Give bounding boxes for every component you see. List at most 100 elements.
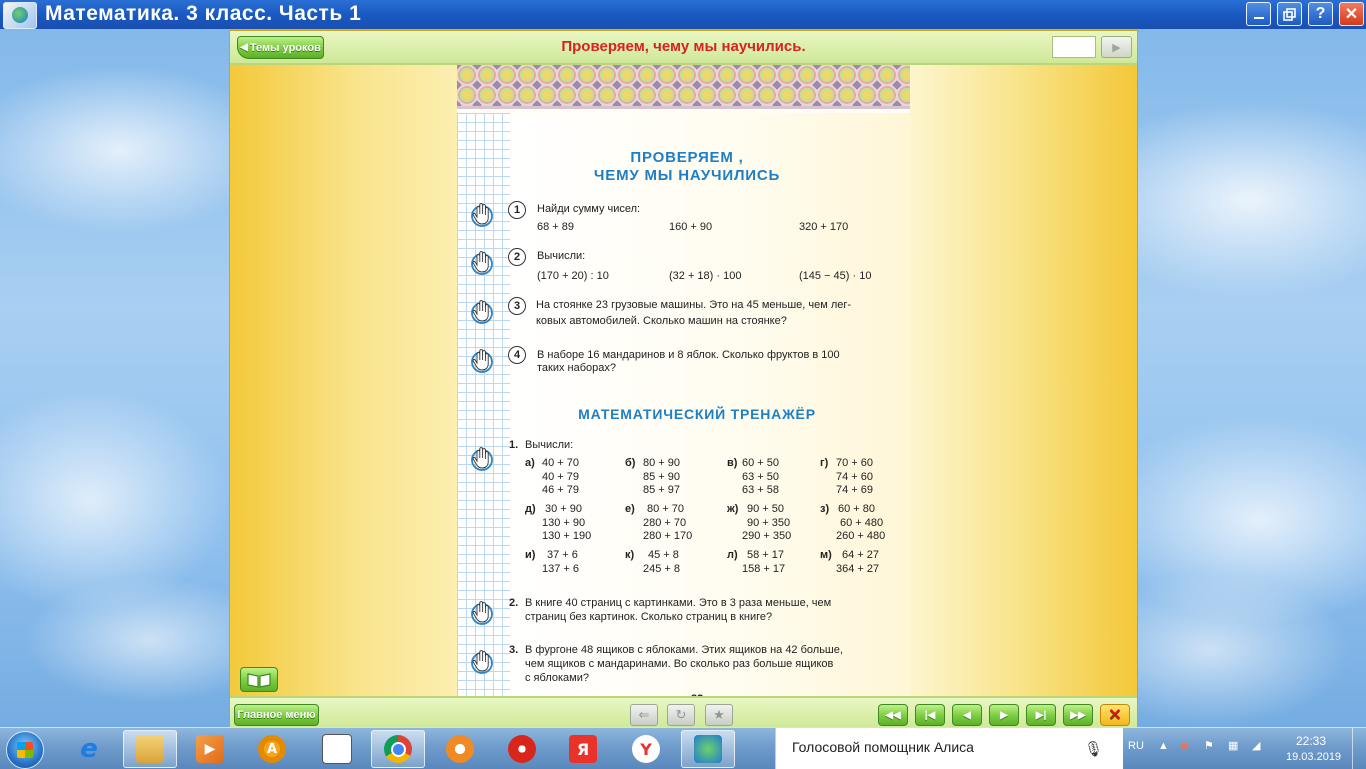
tray-expand-icon[interactable]: ▲ [1158,740,1169,752]
taskbar-app[interactable] [433,730,487,768]
group-letter: б) [625,457,636,469]
group-letter: и) [525,549,536,561]
refresh-button[interactable]: ↻ [667,704,695,726]
main-menu-label: Главное меню [237,709,316,721]
microphone-muted-icon[interactable]: 🎙 [1084,740,1103,758]
taskbar-app[interactable] [495,730,549,768]
group-line: 63 + 58 [742,484,780,496]
tray-app-icon[interactable]: ✖ [1180,740,1189,753]
group-line: 63 + 50 [742,471,780,483]
prev-icon: ◀ [963,709,971,721]
exit-button[interactable]: ✕ [1100,704,1130,726]
back-button[interactable]: ⇐ [630,704,658,726]
minimize-button[interactable] [1246,2,1271,26]
taskbar-app[interactable]: A [245,730,299,768]
group-letter: е) [625,503,635,515]
group-line: 45 + 8 [648,549,679,561]
close-window-button[interactable]: ✕ [1339,2,1364,26]
exit-icon: ✕ [1108,707,1122,724]
task-expression: (145 − 45) · 10 [799,270,872,282]
taskbar-app[interactable]: ▶ [183,730,237,768]
alice-voice-assistant[interactable]: Голосовой помощник Алиса 🎙 [775,728,1123,769]
group-line: 130 + 90 [542,517,586,529]
clock-time[interactable]: 22:33 [1296,734,1326,748]
exercise-text: чем ящиков с мандаринами. Во сколько раз… [525,658,834,670]
minimize-icon [1253,17,1264,19]
rewind-button[interactable]: ◀◀ [878,704,908,726]
ornament-border [457,106,910,109]
task-text: таких наборах? [537,362,617,374]
group-letter: ж) [727,503,739,515]
taskbar-app[interactable] [123,730,177,768]
star-icon: ★ [713,707,725,722]
heading-trainer: МАТЕМАТИЧЕСКИЙ ТРЕНАЖЁР [578,406,816,422]
exercise-number: 3. [509,644,519,656]
language-indicator[interactable]: RU [1128,740,1144,752]
page-number-input[interactable] [1052,36,1096,58]
taskbar-app[interactable]: e [62,730,116,768]
restore-icon [1283,7,1296,21]
clock-date[interactable]: 19.03.2019 [1286,751,1341,763]
next-icon: ▶ [1000,709,1008,721]
start-button[interactable] [6,731,44,769]
film-reel-icon [508,735,536,763]
group-letter: г) [820,457,829,469]
network-icon[interactable]: ▦ [1228,739,1238,752]
heading-check-line1: ПРОВЕРЯЕМ , [630,149,744,166]
task-expression: 160 + 90 [669,221,713,233]
last-page-button[interactable]: ▶| [1026,704,1056,726]
group-line: 58 + 17 [747,549,785,561]
taskbar-app[interactable]: Я [556,730,610,768]
yandex-browser-icon: Я [569,735,597,763]
media-player-icon: ▶ [196,735,224,763]
group-line: 90 + 350 [747,517,791,529]
prev-page-button[interactable]: ◀ [952,704,982,726]
go-to-page-button[interactable]: ▶ [1101,36,1132,58]
hand-icon [471,598,493,625]
group-line: 30 + 90 [545,503,583,515]
restore-button[interactable] [1277,2,1302,26]
fast-forward-button[interactable]: ▶▶ [1063,704,1093,726]
app-globe-icon [3,2,37,29]
task-text: ковых автомобилей. Сколько машин на стоя… [536,315,787,327]
settings-app-icon [446,735,474,763]
play-icon: ▶ [1112,41,1121,54]
file-explorer-icon [136,735,164,763]
taskbar-app[interactable] [681,730,735,768]
task-expression: (32 + 18) · 100 [669,270,742,282]
group-line: 46 + 79 [542,484,580,496]
show-desktop-button[interactable] [1352,728,1366,769]
volume-icon[interactable]: ◢ [1252,739,1260,752]
hand-icon [471,297,493,324]
exercise-text: с яблоками? [525,672,589,684]
book-contents-button[interactable] [240,667,278,692]
task-text: Найди сумму чисел: [537,203,641,215]
group-line: 290 + 350 [742,530,792,542]
refresh-icon: ↻ [675,707,687,722]
group-line: 158 + 17 [742,563,786,575]
taskbar-app[interactable] [310,730,364,768]
left-margin [230,65,457,696]
help-button[interactable]: ? [1308,2,1333,26]
task-text: На стоянке 23 грузовые машины. Это на 45… [536,299,852,311]
task-expression: 320 + 170 [799,221,849,233]
task-number: 3 [508,297,526,315]
main-menu-button[interactable]: Главное меню [234,704,319,726]
taskbar-app[interactable]: Y [619,730,673,768]
group-line: 40 + 70 [542,457,580,469]
next-page-button[interactable]: ▶ [989,704,1019,726]
group-letter: д) [525,503,536,515]
rewind-icon: ◀◀ [885,709,901,721]
group-line: 80 + 70 [647,503,685,515]
favorite-button[interactable]: ★ [705,704,733,726]
group-letter: м) [820,549,832,561]
hand-icon [471,200,493,227]
action-center-flag-icon[interactable]: ⚑ [1204,739,1214,752]
task-number: 4 [508,346,526,364]
group-line: 40 + 79 [542,471,580,483]
last-page-icon: ▶| [1035,709,1047,721]
first-page-button[interactable]: |◀ [915,704,945,726]
app-window-icon [322,734,352,764]
close-icon: ✕ [1344,6,1359,23]
taskbar-app[interactable] [371,730,425,768]
